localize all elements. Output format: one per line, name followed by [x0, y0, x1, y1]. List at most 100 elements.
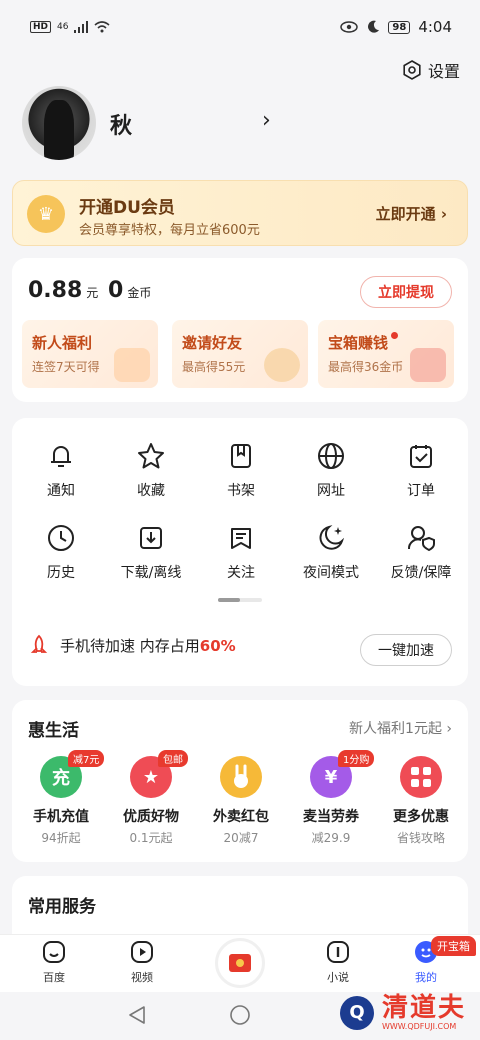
invite-friends-tile[interactable]: 邀请好友 最高得55元 [172, 320, 308, 388]
function-label: 历史 [47, 565, 75, 581]
withdraw-button[interactable]: 立即提现 [360, 276, 452, 308]
red-envelope-icon [229, 954, 251, 972]
username[interactable]: 秋 [110, 108, 132, 140]
video-icon [129, 939, 155, 965]
coin-unit: 金币 [127, 286, 152, 300]
tile-title: 新人福利 [32, 334, 93, 352]
wifi-icon [94, 21, 110, 33]
tile-subtitle: 最高得55元 [182, 360, 246, 374]
tab-label: 我的 [415, 971, 437, 984]
section-more-link[interactable]: 新人福利1元起 › [349, 718, 452, 738]
following-button[interactable]: 关注 [196, 522, 286, 592]
orders-button[interactable]: 订单 [376, 440, 466, 510]
item-sub: 20减7 [223, 831, 259, 845]
rocket-icon [30, 634, 48, 653]
open-treasure-badge[interactable]: 开宝箱 [431, 936, 476, 956]
tile-subtitle: 连签7天可得 [32, 360, 100, 374]
tab-label: 百度 [43, 971, 65, 984]
takeaway-coupon-item[interactable]: 外卖红包 20减7 [196, 756, 286, 846]
avatar[interactable] [22, 86, 96, 160]
clock-icon [45, 522, 77, 554]
vip-banner[interactable]: ♛ 开通DU会员 会员尊享特权，每月立省600元 立即开通 › [12, 180, 468, 246]
tab-label: 小说 [327, 971, 349, 984]
gift-box-icon [410, 348, 446, 382]
treasure-chest-tile[interactable]: 宝箱赚钱 最高得36金币 [318, 320, 454, 388]
coin-balance[interactable]: 0 金币 [108, 278, 151, 303]
grid-icon [400, 756, 442, 798]
memory-speed-status: 手机待加速 内存占用60% [28, 634, 236, 656]
function-label: 收藏 [137, 483, 165, 499]
quality-goods-item[interactable]: ★ 包邮 优质好物 0.1元起 [106, 750, 196, 846]
red-envelope-button[interactable] [215, 938, 265, 988]
item-name: 手机充值 [33, 809, 89, 825]
back-icon[interactable] [126, 1004, 148, 1026]
function-label: 网址 [317, 483, 345, 499]
settings-label: 设置 [427, 62, 460, 81]
item-sub: 减29.9 [311, 831, 351, 845]
status-bar: HD 46 98 4:04 [0, 0, 480, 54]
tile-subtitle: 最高得36金币 [328, 360, 404, 374]
function-label: 下载/离线 [120, 565, 182, 581]
promo-badge: 包邮 [158, 750, 188, 767]
signal-type: 46 [57, 21, 69, 32]
tab-video[interactable]: 视频 [112, 939, 172, 985]
clock: 4:04 [418, 18, 452, 36]
hd-indicator: HD [30, 21, 52, 33]
vip-open-button[interactable]: 立即开通 › [376, 203, 447, 224]
notifications-button[interactable]: 通知 [16, 440, 106, 510]
bookshelf-button[interactable]: 书架 [196, 440, 286, 510]
follow-icon [225, 522, 257, 554]
feedback-icon [405, 522, 437, 554]
mobile-recharge-item[interactable]: 充 减7元 手机充值 94折起 [16, 750, 106, 846]
tab-novel[interactable]: 小说 [308, 939, 368, 985]
settings-button[interactable]: 设置 [402, 58, 460, 82]
tile-title: 邀请好友 [182, 334, 243, 352]
mcdonalds-coupon-item[interactable]: ¥ 1分购 麦当劳券 减29.9 [286, 750, 376, 846]
item-name: 外卖红包 [213, 809, 269, 825]
favorites-button[interactable]: 收藏 [106, 440, 196, 510]
newbie-bonus-tile[interactable]: 新人福利 连签7天可得 [22, 320, 158, 388]
tab-label: 视频 [131, 971, 153, 984]
function-label: 书架 [227, 483, 255, 499]
downloads-button[interactable]: 下载/离线 [106, 522, 196, 592]
coin-icon [264, 348, 300, 382]
vip-subtitle: 会员尊享特权，每月立省600元 [79, 223, 260, 238]
tile-title: 宝箱赚钱 [328, 332, 399, 353]
bookmark-icon [225, 440, 257, 472]
promo-badge: 1分购 [338, 750, 375, 767]
memory-percent: 60% [199, 636, 236, 655]
download-icon [135, 522, 167, 554]
function-label: 关注 [227, 565, 255, 581]
night-mode-button[interactable]: 夜间模式 [286, 522, 376, 592]
rabbit-icon [220, 756, 262, 798]
signal-icon [74, 21, 89, 33]
item-name: 更多优惠 [393, 809, 449, 825]
chevron-right-icon[interactable]: › [262, 108, 271, 133]
function-label: 订单 [407, 483, 435, 499]
speed-up-button[interactable]: 一键加速 [360, 634, 452, 666]
function-label: 夜间模式 [303, 565, 359, 581]
function-label: 反馈/保障 [390, 565, 452, 581]
history-button[interactable]: 历史 [16, 522, 106, 592]
item-sub: 0.1元起 [129, 831, 173, 845]
cash-value: 0.88 [28, 278, 83, 303]
promo-badge: 减7元 [68, 750, 105, 767]
bell-icon [45, 440, 77, 472]
novel-icon [325, 939, 351, 965]
websites-button[interactable]: 网址 [286, 440, 376, 510]
gear-icon [403, 60, 421, 80]
function-label: 通知 [47, 483, 75, 499]
vip-title: 开通DU会员 [79, 198, 175, 218]
star-icon [135, 440, 167, 472]
home-circle-icon[interactable] [229, 1004, 251, 1026]
more-deals-item[interactable]: 更多优惠 省钱攻略 [376, 756, 466, 846]
battery-indicator: 98 [388, 20, 411, 34]
coin-value: 0 [108, 278, 124, 303]
calendar-icon [114, 348, 150, 382]
speed-text: 手机待加速 内存占用 [60, 636, 200, 655]
section-title: 惠生活 [28, 721, 79, 741]
tab-home[interactable]: 百度 [24, 939, 84, 985]
feedback-button[interactable]: 反馈/保障 [376, 522, 466, 592]
cash-unit: 元 [86, 286, 99, 300]
cash-balance[interactable]: 0.88 元 [28, 278, 98, 303]
